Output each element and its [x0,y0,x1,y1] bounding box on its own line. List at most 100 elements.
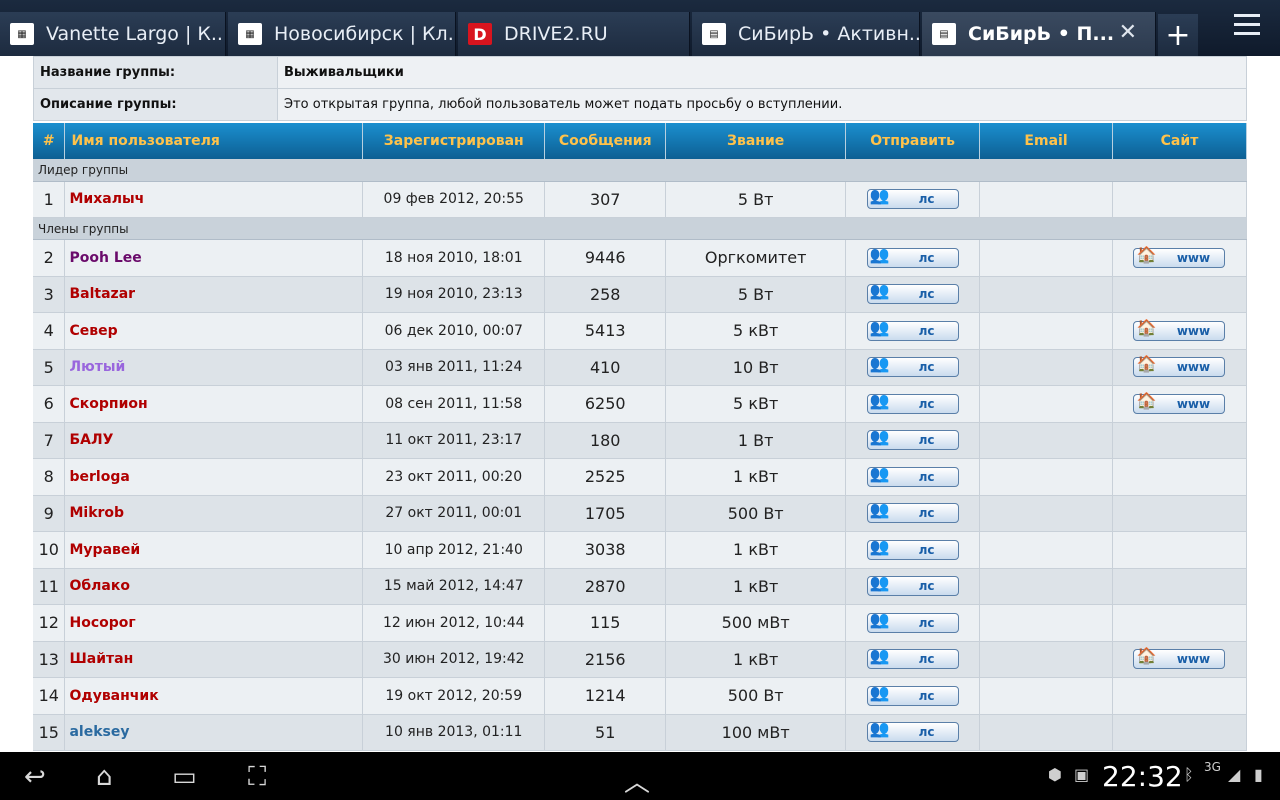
header-posts[interactable]: Сообщения [544,123,667,159]
website-button[interactable]: 🏠 www [1133,391,1226,414]
send-pm-button[interactable]: 👥 лс [866,536,959,560]
send-pm-button[interactable]: 👥 лс [866,244,959,268]
recent-apps-icon[interactable]: ▭ [172,762,197,792]
website-button[interactable]: 🏠 www [1133,646,1226,670]
pm-button-label: лс [918,287,935,302]
send-cell: 👥 лс [845,677,981,715]
site-cell: 🏠 www [1112,385,1247,423]
row-number: 15 [33,714,66,751]
send-pm-button[interactable]: 👥 лс [866,610,959,633]
site-cell: 🏠 www [1112,239,1247,277]
post-count: 6250 [544,385,667,423]
table-row: 11 Облако 15 май 2012, 14:47 2870 1 кВт 👥 лс [33,568,1247,605]
username-link[interactable]: Шайтан [64,641,364,678]
send-pm-button[interactable]: 👥 лс [866,427,959,451]
username-link[interactable]: Mikrob [64,495,364,532]
chevron-up-icon[interactable]: ︿ [624,762,650,799]
users-icon: 👥 [869,244,890,264]
header-number[interactable]: # [33,123,66,159]
row-number: 10 [33,531,66,569]
email-cell [979,312,1113,350]
registered-date: 11 окт 2011, 23:17 [362,422,546,459]
send-pm-button[interactable]: 👥 лс [866,683,959,706]
users-icon: 👥 [869,536,890,556]
tab-title: СиБирЬ • Активн... [738,23,919,45]
send-pm-button[interactable]: 👥 лс [866,318,959,341]
tab-novosibirsk[interactable]: ▦ Новосибирск | Кл... [228,12,456,56]
username-link[interactable]: Одуванчик [64,677,364,715]
username-link[interactable]: Носорог [64,604,364,642]
user-rank: 1 кВт [665,531,847,569]
website-button[interactable]: 🏠 www [1133,354,1226,378]
username-link[interactable]: Облако [64,568,364,605]
registered-date: 18 ноя 2010, 18:01 [362,239,546,277]
post-count: 2156 [544,641,667,678]
header-registered[interactable]: Зарегистрирован [362,123,546,159]
tab-sibir-active[interactable]: ▤ СиБирЬ • Активн... [692,12,920,56]
send-pm-button[interactable]: 👥 лс [866,573,959,597]
send-pm-button[interactable]: 👥 лс [866,186,959,210]
post-count: 5413 [544,312,667,350]
website-button[interactable]: 🏠 www [1133,245,1226,268]
table-row: 10 Муравей 10 апр 2012, 21:40 3038 1 кВт 👥 лс [33,531,1247,569]
tab-sibir-current[interactable]: ▤ СиБирЬ • П... ✕ [922,12,1156,56]
email-cell [979,714,1113,751]
row-number: 9 [33,495,66,532]
row-number: 7 [33,422,66,459]
send-pm-button[interactable]: 👥 лс [866,390,959,414]
system-navigation-bar: ↩ ⌂ ▭ ⛶ ︿ ⬢ ▣ 22:32 ᛒ 3G ◢ ▮ [0,752,1280,800]
tab-drive2[interactable]: D DRIVE2.RU [458,12,690,56]
website-button[interactable]: 🏠 www [1133,318,1226,341]
send-pm-button[interactable]: 👥 лс [866,464,959,487]
www-button-label: www [1176,652,1211,667]
email-cell [979,458,1113,496]
new-tab-button[interactable]: + [1158,14,1198,56]
send-pm-button[interactable]: 👥 лс [866,354,959,378]
user-rank: 5 Вт [665,276,847,313]
username-link[interactable]: Север [64,312,364,350]
group-name-value: Выживальщики [277,56,1247,89]
table-row: 4 Север 06 дек 2010, 00:07 5413 5 кВт 👥 лс 🏠 www [33,312,1247,350]
username-link[interactable]: БАЛУ [64,422,364,459]
username-link[interactable]: Михалыч [64,181,364,218]
send-cell: 👥 лс [845,422,981,459]
browser-menu-icon[interactable] [1234,14,1266,44]
registered-date: 15 май 2012, 14:47 [362,568,546,605]
pm-button-label: лс [918,192,935,207]
site-cell: 🏠 www [1112,312,1247,350]
header-username[interactable]: Имя пользователя [64,123,364,159]
email-cell [979,677,1113,715]
username-link[interactable]: Скорпион [64,385,364,423]
tab-vanette-largo[interactable]: ▦ Vanette Largo | К... [0,12,226,56]
send-pm-button[interactable]: 👥 лс [866,500,959,524]
home-globe-icon: 🏠 [1136,354,1157,374]
row-number: 6 [33,385,66,423]
send-pm-button[interactable]: 👥 лс [866,646,959,670]
table-row: 15 aleksey 10 янв 2013, 01:11 51 100 мВт 👥 лс [33,714,1247,751]
users-icon: 👥 [869,646,890,666]
tab-title: DRIVE2.RU [504,23,608,45]
username-link[interactable]: Муравей [64,531,364,569]
home-globe-icon: 🏠 [1136,646,1157,666]
send-pm-button[interactable]: 👥 лс [866,281,959,305]
users-icon: 👥 [869,390,890,410]
user-rank: 1 кВт [665,641,847,678]
username-link[interactable]: Лютый [64,349,364,386]
back-icon[interactable]: ↩ [24,762,46,792]
username-link[interactable]: Baltazar [64,276,364,313]
home-icon[interactable]: ⌂ [96,762,113,792]
header-rank[interactable]: Звание [665,123,847,159]
send-cell: 👥 лс [845,714,981,751]
close-tab-icon[interactable]: ✕ [1119,20,1137,45]
header-site: Сайт [1112,123,1247,159]
screenshot-icon[interactable]: ⛶ [248,762,266,793]
table-row: 3 Baltazar 19 ноя 2010, 23:13 258 5 Вт 👥 лс [33,276,1247,313]
username-link[interactable]: aleksey [64,714,364,751]
pm-button-label: лс [918,323,935,338]
user-rank: 5 кВт [665,312,847,350]
send-pm-button[interactable]: 👥 лс [866,719,959,743]
username-link[interactable]: berloga [64,458,364,496]
registered-date: 09 фев 2012, 20:55 [362,181,546,218]
users-icon: 👥 [869,719,890,739]
username-link[interactable]: Pooh Lee [64,239,364,277]
